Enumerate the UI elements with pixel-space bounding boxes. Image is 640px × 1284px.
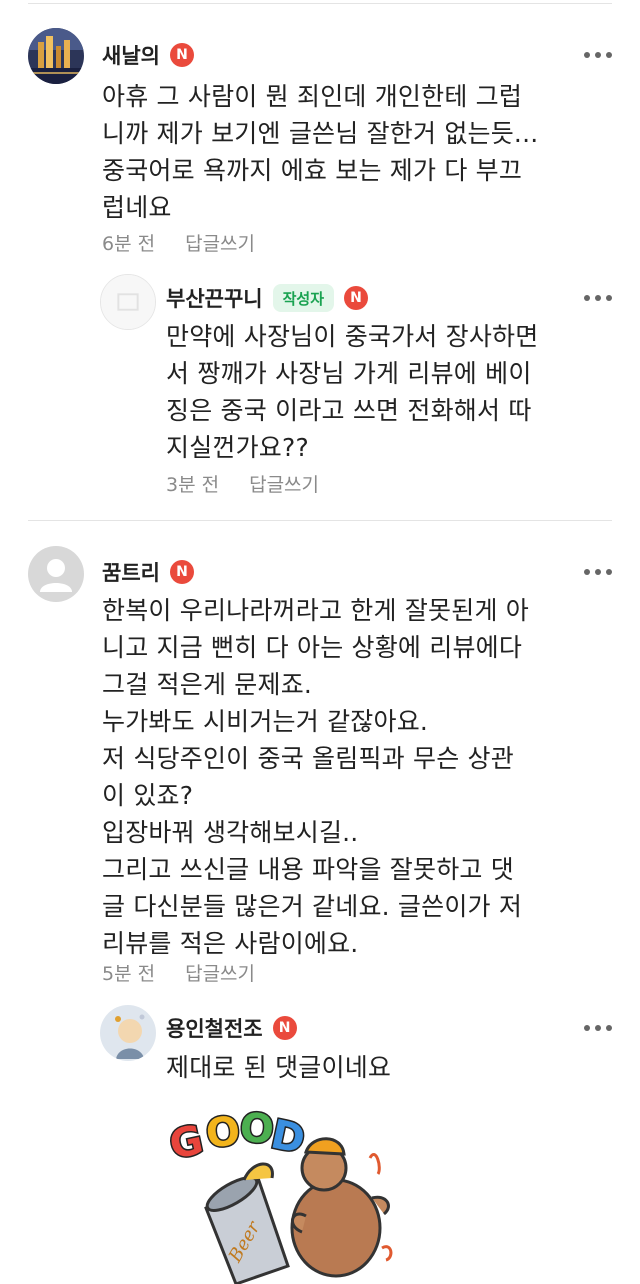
comment-line: 입장바꿔 생각해보시길.. xyxy=(102,818,359,847)
good-chicken-beer-sticker-icon: G O O D Beer xyxy=(164,1098,396,1284)
more-options-button[interactable] xyxy=(584,557,612,587)
comment-line: 한복이 우리나라꺼라고 한게 잘못된게 아 xyxy=(102,596,529,625)
reply-button[interactable]: 답글쓰기 xyxy=(249,470,319,497)
comment-line: 제대로 된 댓글이네요 xyxy=(166,1053,392,1082)
dot-icon xyxy=(595,569,601,575)
dot-icon xyxy=(595,1025,601,1031)
writer-badge: 작성자 xyxy=(272,284,335,312)
comment-time: 5분 전 xyxy=(102,963,156,985)
comment-line: 니까 제가 보기엔 글쓴님 잘한거 없는듯... xyxy=(102,119,539,148)
sticker-letter: G xyxy=(166,1117,207,1169)
comment-line: 이 있죠? xyxy=(102,781,194,810)
comment-line: 글 다신분들 많은거 같네요. 글쓴이가 저 xyxy=(102,892,523,921)
new-badge: N xyxy=(169,560,194,584)
more-options-button[interactable] xyxy=(584,1013,612,1043)
comment-line: 그걸 적은게 문제죠. xyxy=(102,670,313,699)
dot-icon xyxy=(595,52,601,58)
comment-line: 리뷰를 적은 사람이에요. xyxy=(102,929,359,958)
comment-line: 그리고 쓰신글 내용 파악을 잘못하고 댓 xyxy=(102,855,514,884)
comment-text: 한복이 우리나라꺼라고 한게 잘못된게 아 니고 지금 뻔히 다 아는 상황에 … xyxy=(102,592,529,962)
new-badge: N xyxy=(169,43,194,67)
more-options-button[interactable] xyxy=(584,40,612,70)
author-name[interactable]: 새날의 xyxy=(102,40,160,70)
cartoon-avatar-icon[interactable] xyxy=(100,1005,156,1061)
city-night-avatar-icon[interactable] xyxy=(28,28,84,84)
comment-line: 니고 지금 뻔히 다 아는 상황에 리뷰에다 xyxy=(102,633,523,662)
dot-icon xyxy=(606,1025,612,1031)
comment-text: 만약에 사장님이 중국가서 장사하면 서 짱깨가 사장님 가게 리뷰에 베이 징… xyxy=(166,318,538,466)
dot-icon xyxy=(584,295,590,301)
comment-line: 누가봐도 시비거는거 같잖아요. xyxy=(102,707,429,736)
comment-line: 저 식당주인이 중국 올림픽과 무슨 상관 xyxy=(102,744,514,773)
comment-time: 3분 전 xyxy=(166,474,220,496)
sticker-letter: O xyxy=(204,1108,243,1157)
reply-button[interactable]: 답글쓰기 xyxy=(185,229,255,256)
comment-line: 아휴 그 사람이 뭔 죄인데 개인한테 그럽 xyxy=(102,82,523,111)
dot-icon xyxy=(584,1025,590,1031)
dot-icon xyxy=(595,295,601,301)
comment-text: 제대로 된 댓글이네요 xyxy=(166,1049,391,1086)
blank-avatar-icon[interactable] xyxy=(100,274,156,330)
comment-line: 중국어로 욕까지 에효 보는 제가 다 부끄 xyxy=(102,156,523,185)
dot-icon xyxy=(606,52,612,58)
comment-line: 징은 중국 이라고 쓰면 전화해서 따 xyxy=(166,396,532,425)
new-badge: N xyxy=(272,1016,297,1040)
comment-divider xyxy=(28,520,612,521)
top-divider xyxy=(28,3,612,4)
comment-text: 아휴 그 사람이 뭔 죄인데 개인한테 그럽 니까 제가 보기엔 글쓴님 잘한거… xyxy=(102,78,538,226)
author-name[interactable]: 용인철전조 xyxy=(166,1013,263,1043)
comment-line: 럽네요 xyxy=(102,193,172,222)
dot-icon xyxy=(584,52,590,58)
more-options-button[interactable] xyxy=(584,283,612,313)
dot-icon xyxy=(584,569,590,575)
comment-line: 서 짱깨가 사장님 가게 리뷰에 베이 xyxy=(166,359,532,388)
comment-line: 만약에 사장님이 중국가서 장사하면 xyxy=(166,322,539,351)
new-badge: N xyxy=(344,286,369,310)
dot-icon xyxy=(606,569,612,575)
dot-icon xyxy=(606,295,612,301)
default-user-avatar-icon[interactable] xyxy=(28,546,84,602)
author-name[interactable]: 부산끈꾸니 xyxy=(166,283,263,313)
comment-time: 6분 전 xyxy=(102,233,156,255)
author-name[interactable]: 꿈트리 xyxy=(102,557,160,587)
comment-line: 지실껀가요?? xyxy=(166,433,309,462)
reply-button[interactable]: 답글쓰기 xyxy=(185,959,255,986)
